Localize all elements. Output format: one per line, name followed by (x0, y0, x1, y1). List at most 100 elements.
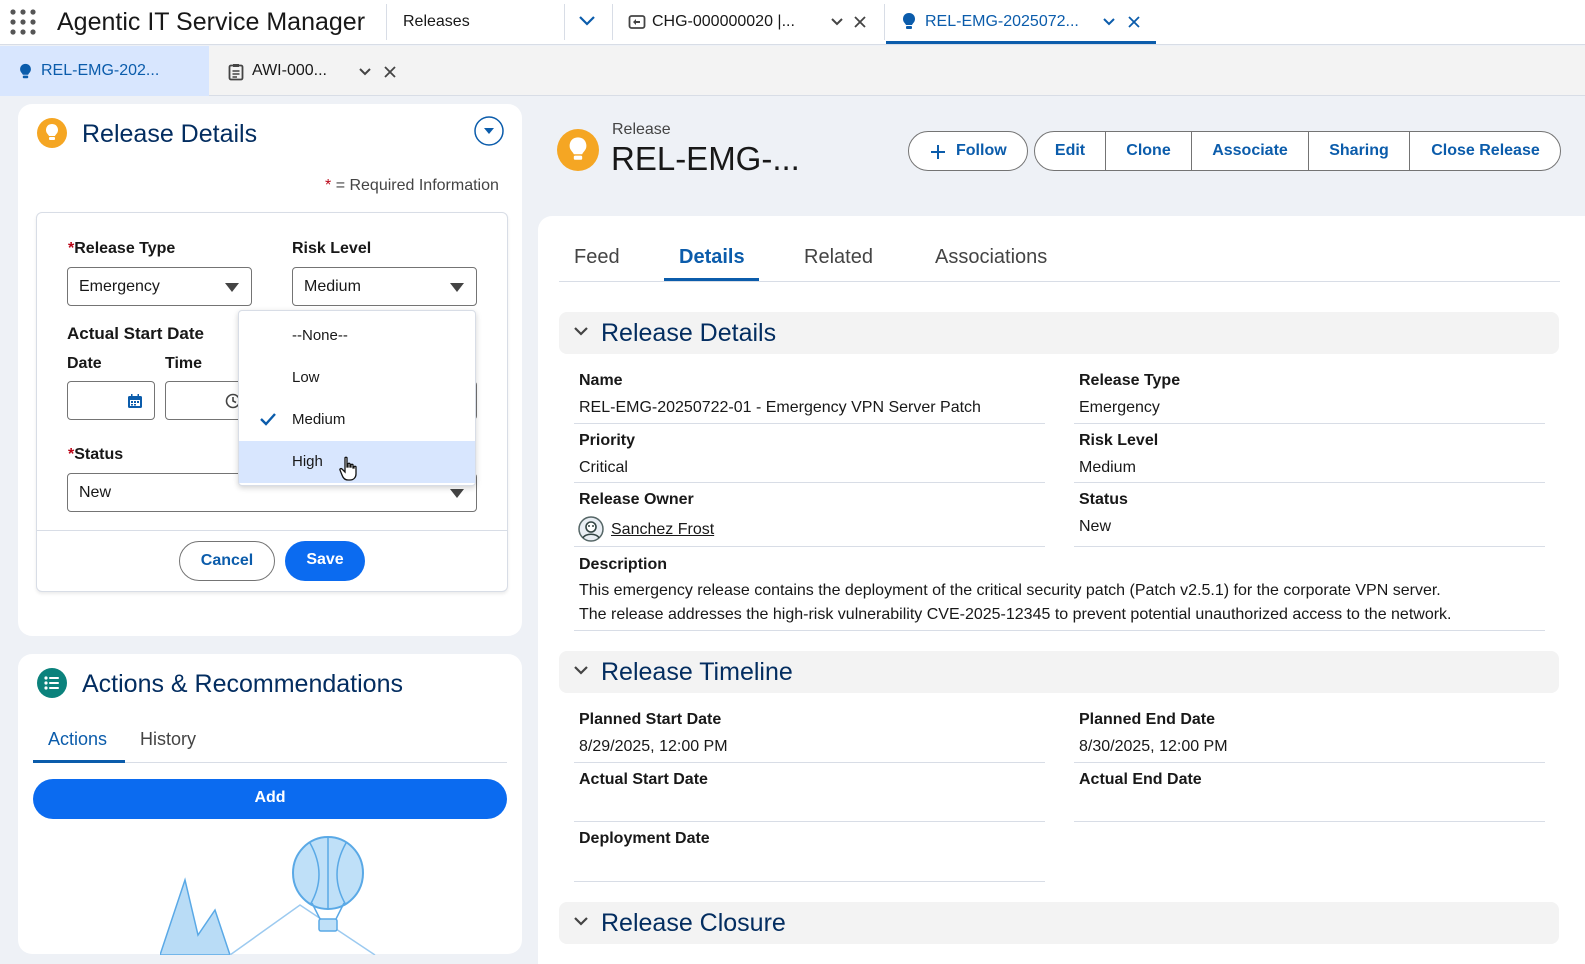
subtab-label: AWI-000... (252, 62, 327, 79)
priority-label: Priority (579, 432, 636, 449)
divider (612, 4, 613, 40)
close-release-button[interactable]: Close Release (1410, 132, 1560, 170)
clone-button[interactable]: Clone (1106, 132, 1192, 170)
tab-feed[interactable]: Feed (574, 246, 620, 269)
planned-end-label: Planned End Date (1079, 711, 1216, 728)
name-value: REL-EMG-20250722-01 - Emergency VPN Serv… (579, 399, 981, 416)
option-low[interactable]: Low (239, 357, 475, 399)
tab-history[interactable]: History (140, 729, 196, 750)
tab-actions[interactable]: Actions (33, 720, 125, 763)
record-action-group: Edit Clone Associate Sharing Close Relea… (1034, 131, 1561, 171)
hand-cursor-icon (339, 456, 359, 482)
nav-item-releases[interactable]: Releases (403, 13, 470, 31)
status-value: New (79, 484, 112, 501)
associate-button[interactable]: Associate (1192, 132, 1309, 170)
section-release-timeline[interactable]: Release Timeline (559, 651, 1559, 693)
divider (564, 4, 565, 40)
chevron-down-icon (573, 325, 589, 337)
edit-button[interactable]: Edit (1035, 132, 1106, 170)
lightbulb-icon (19, 63, 32, 81)
add-button[interactable]: Add (33, 779, 507, 819)
release-owner-link[interactable]: Sanchez Frost (611, 521, 714, 539)
release-owner-label: Release Owner (579, 491, 694, 508)
change-request-icon (628, 13, 646, 31)
avatar (578, 516, 604, 542)
divider (559, 281, 1560, 282)
option-none[interactable]: --None-- (239, 315, 475, 357)
sharing-button[interactable]: Sharing (1309, 132, 1410, 170)
caret-down-icon (450, 283, 464, 292)
divider (1074, 482, 1545, 483)
divider (1074, 762, 1545, 763)
tab-related[interactable]: Related (804, 246, 873, 269)
release-type-value: Emergency (1079, 399, 1160, 416)
tab-release-active[interactable]: REL-EMG-2025072... (886, 0, 1156, 44)
planned-start-value: 8/29/2025, 12:00 PM (579, 738, 728, 755)
close-icon[interactable] (1128, 16, 1140, 28)
clipboard-icon (228, 63, 244, 81)
tab-change-request[interactable]: CHG-000000020 |... (614, 0, 884, 45)
tab-associations[interactable]: Associations (935, 246, 1047, 269)
cancel-button[interactable]: Cancel (179, 541, 275, 581)
description-line: The release addresses the high-risk vuln… (579, 606, 1452, 623)
subtab-awi[interactable]: AWI-000... (209, 46, 409, 96)
divider (1074, 546, 1545, 547)
date-label: Date (67, 355, 102, 372)
divider (574, 630, 1545, 631)
time-label: Time (165, 355, 203, 372)
risk-level-select[interactable]: Medium (292, 267, 477, 306)
divider (1074, 423, 1545, 424)
description-line: This emergency release contains the depl… (579, 582, 1441, 599)
balloon-illustration (160, 835, 380, 955)
planned-start-label: Planned Start Date (579, 711, 722, 728)
release-record-icon (557, 129, 599, 171)
divider (37, 530, 507, 531)
chevron-down-icon (573, 915, 589, 927)
chevron-down-icon (573, 664, 589, 676)
release-type-label: Release Type (1079, 372, 1181, 389)
calendar-icon[interactable] (127, 393, 143, 409)
divider (386, 4, 387, 40)
risk-level-label: Risk Level (1079, 432, 1159, 449)
divider (574, 423, 1045, 424)
form-title: Release Details (82, 120, 258, 148)
option-medium[interactable]: Medium (239, 399, 475, 441)
divider (574, 881, 1045, 882)
app-launcher-icon[interactable] (10, 9, 36, 35)
release-type-select[interactable]: Emergency (67, 267, 252, 306)
section-release-details[interactable]: Release Details (559, 312, 1559, 354)
actual-start-label: Actual Start Date (579, 771, 708, 788)
status-value: New (1079, 518, 1112, 535)
actions-title: Actions & Recommendations (82, 670, 403, 698)
nav-menu-chevron-icon[interactable] (578, 14, 596, 28)
tab-label: REL-EMG-2025072... (925, 13, 1079, 30)
object-label: Release (612, 121, 671, 138)
tab-menu-chevron-icon[interactable] (358, 66, 372, 78)
tab-menu-chevron-icon[interactable] (830, 16, 844, 28)
divider (574, 482, 1045, 483)
follow-button[interactable]: Follow (908, 131, 1028, 171)
tab-label: CHG-000000020 |... (652, 13, 795, 30)
list-icon (37, 668, 67, 698)
lightbulb-icon (37, 118, 67, 148)
priority-value: Critical (579, 459, 628, 476)
deployment-date-label: Deployment Date (579, 830, 710, 847)
save-button[interactable]: Save (285, 541, 365, 581)
chevron-down-icon[interactable] (474, 116, 504, 146)
close-icon[interactable] (854, 16, 866, 28)
plus-icon (930, 144, 946, 160)
close-icon[interactable] (384, 66, 396, 78)
description-label: Description (579, 556, 668, 573)
name-label: Name (579, 372, 623, 389)
release-type-value: Emergency (79, 278, 160, 295)
date-input[interactable] (67, 381, 155, 420)
caret-down-icon (225, 283, 239, 292)
tab-menu-chevron-icon[interactable] (1102, 16, 1116, 28)
tab-details[interactable]: Details (664, 238, 759, 281)
record-title: REL-EMG-... (611, 140, 800, 177)
subtab-label: REL-EMG-202... (41, 62, 160, 79)
divider (884, 4, 885, 40)
subtab-release-active[interactable]: REL-EMG-202... (0, 46, 209, 96)
risk-level-value: Medium (1079, 459, 1136, 476)
section-release-closure[interactable]: Release Closure (559, 902, 1559, 944)
